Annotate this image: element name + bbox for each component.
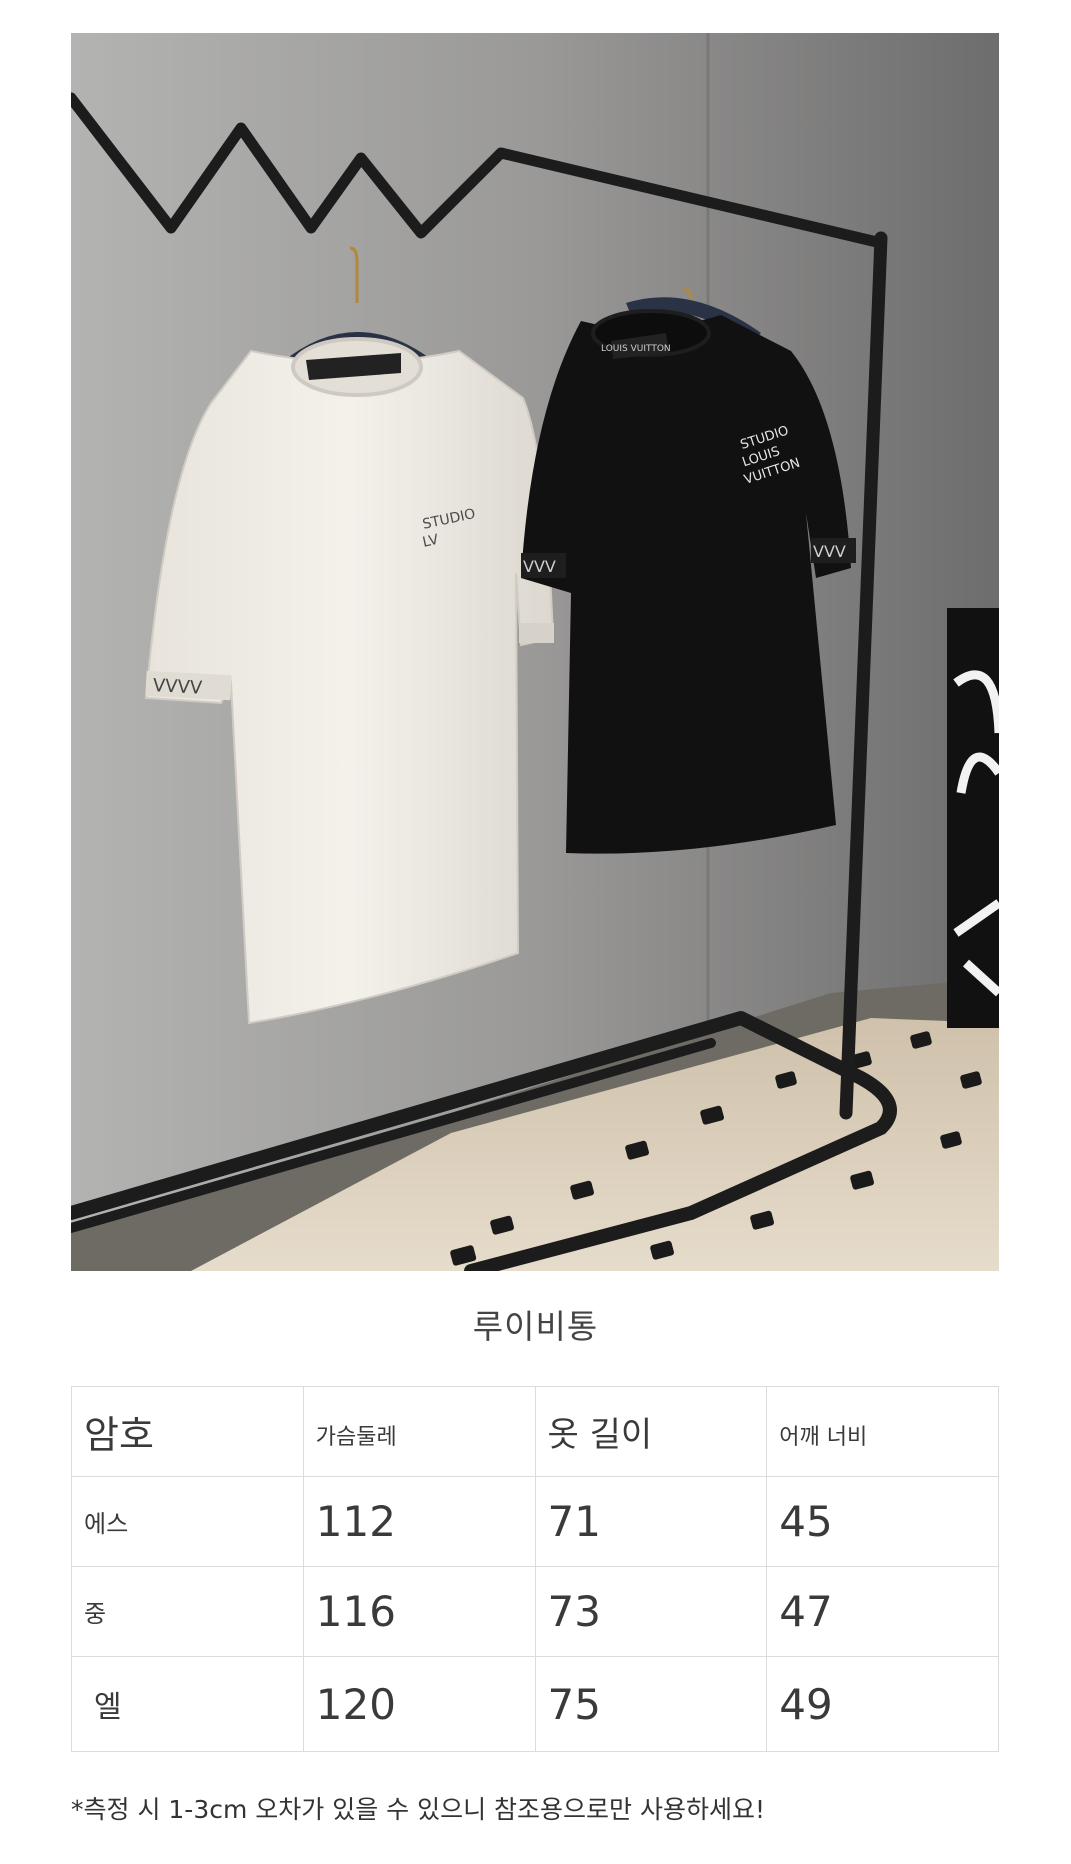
- size-label-l: 엘: [71, 1656, 304, 1752]
- column-header-chest: 가슴둘레: [302, 1386, 536, 1477]
- product-photo: ⅤⅤⅤⅤ STUDIO LV LOUIS VUITTON ⅤⅤⅤ ⅤⅤⅤ STU…: [71, 33, 999, 1271]
- chest-value: 112: [302, 1476, 536, 1567]
- size-label-m: 중: [71, 1566, 304, 1657]
- brand-title: 루이비통: [472, 1307, 599, 1346]
- svg-text:ⅤⅤⅤ: ⅤⅤⅤ: [523, 557, 556, 576]
- shoulder-value: 49: [766, 1656, 999, 1752]
- column-header-size: 암호: [71, 1386, 304, 1477]
- table-row: 엘 120 75 49: [71, 1656, 999, 1752]
- brand-label: LOUIS VUITTON: [601, 344, 671, 354]
- black-tshirt: LOUIS VUITTON ⅤⅤⅤ ⅤⅤⅤ STUDIO LOUIS VUITT…: [521, 309, 856, 854]
- svg-text:ⅤⅤⅤ: ⅤⅤⅤ: [813, 542, 846, 561]
- shoulder-value: 47: [766, 1566, 999, 1657]
- table-header-row: 암호 가슴둘레 옷 길이 어깨 너비: [71, 1386, 999, 1477]
- table-row: 에스 112 71 45: [71, 1476, 999, 1567]
- shoulder-value: 45: [766, 1476, 999, 1567]
- column-header-shoulder: 어깨 너비: [766, 1386, 999, 1477]
- length-value: 75: [534, 1656, 768, 1752]
- chest-value: 116: [302, 1566, 536, 1657]
- measurement-note: *측정 시 1-3cm 오차가 있을 수 있으니 참조용으로만 사용하세요!: [71, 1795, 766, 1824]
- chest-value: 120: [302, 1656, 536, 1752]
- size-chart-table: 암호 가슴둘레 옷 길이 어깨 너비 에스 112 71 45 중 116 73…: [71, 1386, 999, 1752]
- svg-text:ⅤⅤⅤⅤ: ⅤⅤⅤⅤ: [152, 675, 203, 699]
- clothing-rack-illustration: ⅤⅤⅤⅤ STUDIO LV LOUIS VUITTON ⅤⅤⅤ ⅤⅤⅤ STU…: [71, 33, 999, 1271]
- length-value: 73: [534, 1566, 768, 1657]
- column-header-length: 옷 길이: [534, 1386, 768, 1477]
- table-row: 중 116 73 47: [71, 1566, 999, 1657]
- size-label-s: 에스: [71, 1476, 304, 1567]
- length-value: 71: [534, 1476, 768, 1567]
